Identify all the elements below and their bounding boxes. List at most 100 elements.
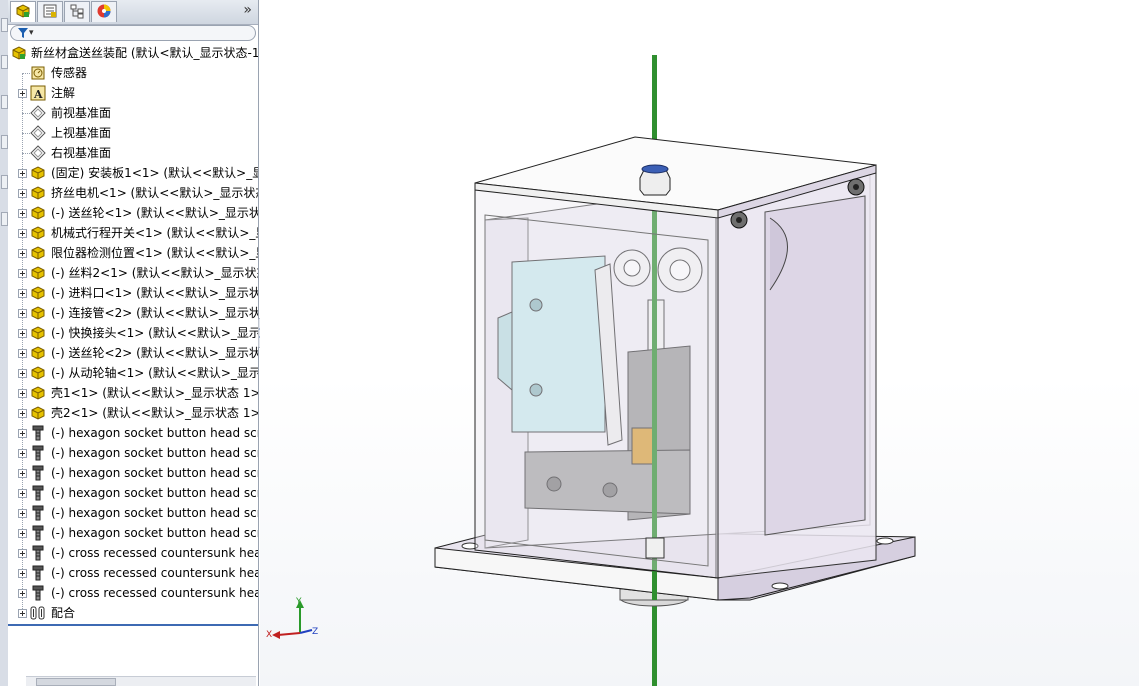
tree-expand-toggle[interactable] (18, 229, 27, 238)
tree-expand-toggle[interactable] (18, 409, 27, 418)
tree-item[interactable]: 限位器检测位置<1> (默认<<默认>_显示状态 1>) (8, 243, 258, 263)
tree-item[interactable]: (-) 从动轮轴<1> (默认<<默认>_显示状态 1>) (8, 363, 258, 383)
scrollbar-thumb[interactable] (36, 678, 116, 686)
strip-tool-button[interactable] (1, 55, 8, 69)
tree-expand-toggle[interactable] (18, 309, 27, 318)
filament-bottom (652, 600, 657, 686)
panel-tab-bar: » (8, 0, 258, 25)
panel-expand-chevron[interactable]: » (243, 2, 252, 18)
tree-item-label: (-) 进料口<1> (默认<<默认>_显示状态 1>) (51, 286, 258, 300)
tree-item-label: 挤丝电机<1> (默认<<默认>_显示状态 1>) (51, 186, 258, 200)
tree-expand-toggle[interactable] (18, 249, 27, 258)
screw-icon (30, 465, 46, 481)
tree-expand-toggle[interactable] (18, 389, 27, 398)
tab-appearance-manager[interactable] (91, 1, 117, 22)
strip-tool-button[interactable] (1, 95, 8, 109)
tree-expand-toggle[interactable] (18, 189, 27, 198)
tree-item[interactable]: 上视基准面 (8, 123, 258, 143)
strip-tool-button[interactable] (1, 135, 8, 149)
tree-expand-toggle[interactable] (18, 529, 27, 538)
tree-expand-toggle[interactable] (18, 449, 27, 458)
tree-item[interactable]: 机械式行程开关<1> (默认<<默认>_显示状态 1>) (8, 223, 258, 243)
tree-item[interactable]: (-) cross recessed countersunk head scre… (8, 583, 258, 603)
mates-icon (30, 605, 46, 621)
tree-item-label: (-) 连接管<2> (默认<<默认>_显示状态 1>) (51, 306, 258, 320)
tree-item[interactable]: (-) hexagon socket button head screw (8, 503, 258, 523)
tree-item[interactable]: 右视基准面 (8, 143, 258, 163)
tree-item-label: 机械式行程开关<1> (默认<<默认>_显示状态 1>) (51, 226, 258, 240)
tree-expand-toggle[interactable] (18, 609, 27, 618)
part-icon (30, 285, 46, 301)
tree-item[interactable]: (-) 连接管<2> (默认<<默认>_显示状态 1>) (8, 303, 258, 323)
sensor-icon (30, 65, 46, 81)
tree-item[interactable]: (-) hexagon socket button head screw (8, 443, 258, 463)
tree-item[interactable]: (-) hexagon socket button head screw (8, 523, 258, 543)
tree-root-item[interactable]: 新丝材盒送丝装配 (默认<默认_显示状态-1>) (8, 43, 258, 63)
screw-icon (30, 485, 46, 501)
tree-item-label: (-) cross recessed countersunk head scre… (51, 546, 258, 560)
tree-item[interactable]: (-) hexagon socket button head screw (8, 423, 258, 443)
tree-item[interactable]: (-) 丝料2<1> (默认<<默认>_显示状态 1>) (8, 263, 258, 283)
tree-item[interactable]: (-) 送丝轮<2> (默认<<默认>_显示状态 1>) (8, 343, 258, 363)
base-hole (771, 582, 789, 590)
tree-item[interactable]: 挤丝电机<1> (默认<<默认>_显示状态 1>) (8, 183, 258, 203)
part-icon (30, 265, 46, 281)
tree-item[interactable]: (-) hexagon socket button head screw (8, 483, 258, 503)
tree-expand-toggle[interactable] (18, 589, 27, 598)
tree-item[interactable]: 配合 (8, 603, 258, 623)
part-icon (30, 185, 46, 201)
tree-item[interactable]: 壳2<1> (默认<<默认>_显示状态 1>) (8, 403, 258, 423)
tree-item[interactable]: (-) cross recessed countersunk head scre… (8, 563, 258, 583)
tab-configuration-manager[interactable] (64, 1, 90, 22)
tree-item[interactable]: (-) cross recessed countersunk head scre… (8, 543, 258, 563)
tree-item-label: 新丝材盒送丝装配 (默认<默认_显示状态-1>) (31, 46, 258, 60)
tree-expand-toggle[interactable] (18, 429, 27, 438)
tree-item[interactable]: (-) hexagon socket button head screw (8, 463, 258, 483)
graphics-viewport[interactable]: Y X Z (260, 0, 1139, 686)
tree-expand-toggle[interactable] (18, 209, 27, 218)
tree-item-label: (-) 丝料2<1> (默认<<默认>_显示状态 1>) (51, 266, 258, 280)
tree-expand-toggle[interactable] (18, 369, 27, 378)
tree-expand-toggle[interactable] (18, 269, 27, 278)
tree-expand-toggle[interactable] (18, 549, 27, 558)
tree-expand-toggle[interactable] (18, 89, 27, 98)
tree-item[interactable]: (-) 送丝轮<1> (默认<<默认>_显示状态 1>) (8, 203, 258, 223)
tree-item[interactable]: (-) 快换接头<1> (默认<<默认>_显示状态 1>) (8, 323, 258, 343)
tree-expand-toggle[interactable] (18, 469, 27, 478)
svg-text:A: A (33, 88, 43, 101)
tree-item[interactable]: (固定) 安装板1<1> (默认<<默认>_显示状态 1>) (8, 163, 258, 183)
strip-tool-button[interactable] (1, 212, 8, 226)
tree-item[interactable]: 传感器 (8, 63, 258, 83)
part-icon (30, 225, 46, 241)
screw-socket (736, 217, 742, 223)
tree-expand-toggle[interactable] (18, 329, 27, 338)
tree-item[interactable]: 前视基准面 (8, 103, 258, 123)
tab-feature-manager[interactable] (10, 1, 36, 22)
tree-expand-toggle[interactable] (18, 169, 27, 178)
strip-tool-button[interactable] (1, 18, 8, 32)
strip-tool-button[interactable] (1, 175, 8, 189)
screw-icon (30, 525, 46, 541)
tree-expand-toggle[interactable] (18, 289, 27, 298)
tree-item[interactable]: 壳1<1> (默认<<默认>_显示状态 1>) (8, 383, 258, 403)
tree-item-label: 配合 (51, 606, 76, 620)
tree-item-label: 右视基准面 (51, 146, 112, 160)
tree-expand-toggle[interactable] (18, 489, 27, 498)
tree-connector-tick (22, 73, 30, 74)
orientation-triad[interactable]: Y X Z (266, 597, 318, 640)
triad-z-label: Z (312, 627, 318, 637)
tree-item-label: (-) hexagon socket button head screw (51, 426, 258, 440)
tree-filter[interactable]: ▾ (10, 25, 256, 41)
filter-dropdown-arrow[interactable]: ▾ (29, 26, 34, 40)
tree-horizontal-scrollbar[interactable] (26, 676, 256, 686)
tree-item-label: (-) 送丝轮<1> (默认<<默认>_显示状态 1>) (51, 206, 258, 220)
feature-manager-icon (15, 3, 31, 22)
assembly-model-render: Y X Z (266, 55, 916, 686)
tree-item[interactable]: (-) 进料口<1> (默认<<默认>_显示状态 1>) (8, 283, 258, 303)
tree-expand-toggle[interactable] (18, 349, 27, 358)
tab-property-manager[interactable] (37, 1, 63, 22)
tree-item[interactable]: A 注解 (8, 83, 258, 103)
tree-expand-toggle[interactable] (18, 569, 27, 578)
tree-expand-toggle[interactable] (18, 509, 27, 518)
tree-item-label: (-) hexagon socket button head screw (51, 506, 258, 520)
